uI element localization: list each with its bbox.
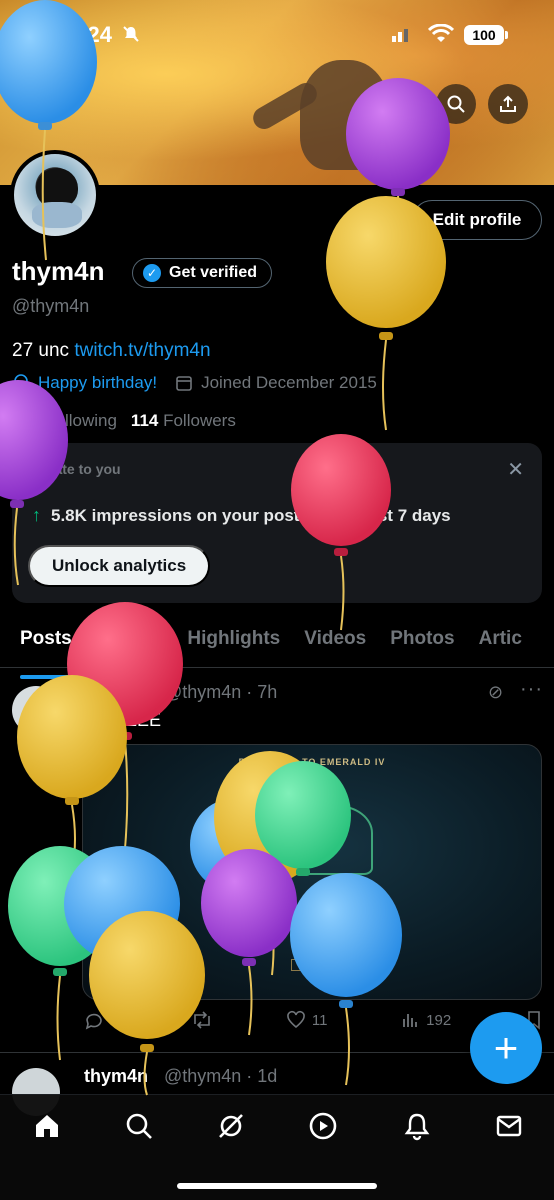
- bell-off-icon: [123, 26, 139, 42]
- heart-icon: [287, 1010, 305, 1029]
- explore-icon[interactable]: [122, 1109, 156, 1143]
- notifications-icon[interactable]: [400, 1109, 434, 1143]
- post-actions: 3 11 192: [84, 1010, 544, 1030]
- edit-profile-button[interactable]: Edit profile: [412, 200, 542, 240]
- views-count: 192: [426, 1011, 452, 1029]
- bio-text: 27 unc: [12, 340, 70, 361]
- impressions-row: ↑ 5.8K impressions on your posts in the …: [32, 505, 451, 526]
- reply-button[interactable]: 3: [84, 1010, 118, 1030]
- avatar-scarf: [32, 202, 82, 228]
- profile-avatar[interactable]: [10, 150, 100, 240]
- reply-icon: [85, 1013, 102, 1030]
- media-banner-text: PROMOTED TO EMERALD IV: [238, 757, 386, 767]
- banner-art-cat: [300, 60, 390, 170]
- followers-count: 114: [130, 411, 159, 430]
- reply-count: 3: [110, 1011, 119, 1029]
- status-bar: 7:24 100: [0, 22, 554, 52]
- tab-photos[interactable]: Photos: [390, 620, 454, 667]
- post-author[interactable]: thym4n: [72, 682, 136, 703]
- following-link[interactable]: 253 Following: [12, 411, 117, 431]
- like-button[interactable]: 11: [286, 1010, 328, 1030]
- home-indicator: [177, 1183, 377, 1189]
- repost-icon: [194, 1011, 210, 1029]
- post-item-2[interactable]: thym4n @thym4n · 1d: [0, 1054, 554, 1116]
- post-handle-time: @thym4n · 7h: [164, 682, 278, 702]
- post-text: YIPEEEEE: [72, 710, 162, 730]
- like-count: 11: [311, 1011, 328, 1029]
- search-icon: [447, 95, 465, 113]
- close-icon[interactable]: ✕: [507, 457, 524, 482]
- repost-button[interactable]: [191, 1010, 213, 1030]
- signal-icon: [392, 29, 408, 42]
- back-button[interactable]: [26, 84, 66, 124]
- birthday-text[interactable]: Happy birthday!: [38, 373, 157, 393]
- views-button[interactable]: 192: [400, 1010, 451, 1030]
- profile-bio: 27 unc twitch.tv/thym4n: [12, 340, 211, 362]
- home-icon[interactable]: [30, 1109, 64, 1143]
- tab-posts[interactable]: Posts: [20, 620, 72, 679]
- profile-meta: Happy birthday! Joined December 2015: [12, 373, 377, 393]
- emerald-emblem: [283, 805, 373, 875]
- balloon-icon: [14, 374, 28, 391]
- grok-button[interactable]: [384, 84, 424, 124]
- share-icon: [500, 95, 516, 112]
- video-icon[interactable]: [306, 1109, 340, 1143]
- battery-indicator: 100: [464, 25, 504, 45]
- bottom-nav: [0, 1094, 554, 1200]
- post-avatar[interactable]: [12, 686, 60, 734]
- follow-stats: 253 Following 114 Followers: [12, 411, 236, 431]
- tab-replies[interactable]: Replies: [96, 620, 164, 667]
- unlock-analytics-button[interactable]: Unlock analytics: [28, 545, 211, 587]
- analytics-card: Private to you ✕ ↑ 5.8K impressions on y…: [12, 443, 542, 603]
- share-button[interactable]: [488, 84, 528, 124]
- following-count: 253: [12, 411, 41, 430]
- tab-highlights[interactable]: Highlights: [187, 620, 280, 667]
- views-icon: [403, 1014, 418, 1027]
- bio-link[interactable]: twitch.tv/thym4n: [74, 340, 210, 361]
- followers-link[interactable]: 114 Followers: [131, 411, 236, 431]
- post2-handle-time: @thym4n · 1d: [164, 1066, 278, 1086]
- profile-tabs: Posts Replies Highlights Videos Photos A…: [0, 620, 554, 679]
- wifi-icon: [428, 24, 454, 42]
- get-verified-button[interactable]: ✓ Get verified: [132, 258, 273, 288]
- followers-label: Followers: [163, 411, 236, 430]
- tab-videos[interactable]: Videos: [304, 620, 366, 667]
- post-item[interactable]: thym4n @thym4n · 7h ⊘ ··· YIPEEEEE PROMO…: [0, 668, 554, 1053]
- battery-tip: [505, 31, 508, 39]
- impressions-text: 5.8K impressions on your posts in the la…: [51, 505, 451, 525]
- post-media[interactable]: PROMOTED TO EMERALD IV thym4n FRAT OK: [82, 744, 542, 1000]
- joined-text: Joined December 2015: [201, 373, 377, 392]
- media-tag: thym4n FRAT: [283, 921, 332, 930]
- grok-nav-icon[interactable]: [214, 1109, 248, 1143]
- private-label: Private to you: [28, 461, 121, 477]
- grok-icon: [396, 96, 412, 112]
- post2-author[interactable]: thym4n: [84, 1066, 148, 1087]
- profile-handle: @thym4n: [12, 296, 90, 316]
- post-grok-icon[interactable]: ⊘: [488, 682, 503, 703]
- more-options-icon[interactable]: ···: [520, 678, 543, 701]
- back-arrow-icon: [38, 97, 52, 111]
- get-verified-label: Get verified: [169, 264, 258, 281]
- following-label: Following: [45, 411, 117, 430]
- search-button[interactable]: [436, 84, 476, 124]
- media-ok-button: OK: [291, 959, 335, 971]
- tab-articles[interactable]: Artic: [479, 620, 522, 667]
- verified-check-icon: ✓: [143, 264, 161, 282]
- profile-name: thym4n: [12, 256, 105, 286]
- compose-button[interactable]: +: [470, 1012, 542, 1084]
- calendar-icon: [176, 376, 192, 391]
- status-time: 7:24: [68, 22, 113, 47]
- arrow-up-icon: ↑: [32, 505, 41, 525]
- messages-icon[interactable]: [492, 1109, 526, 1143]
